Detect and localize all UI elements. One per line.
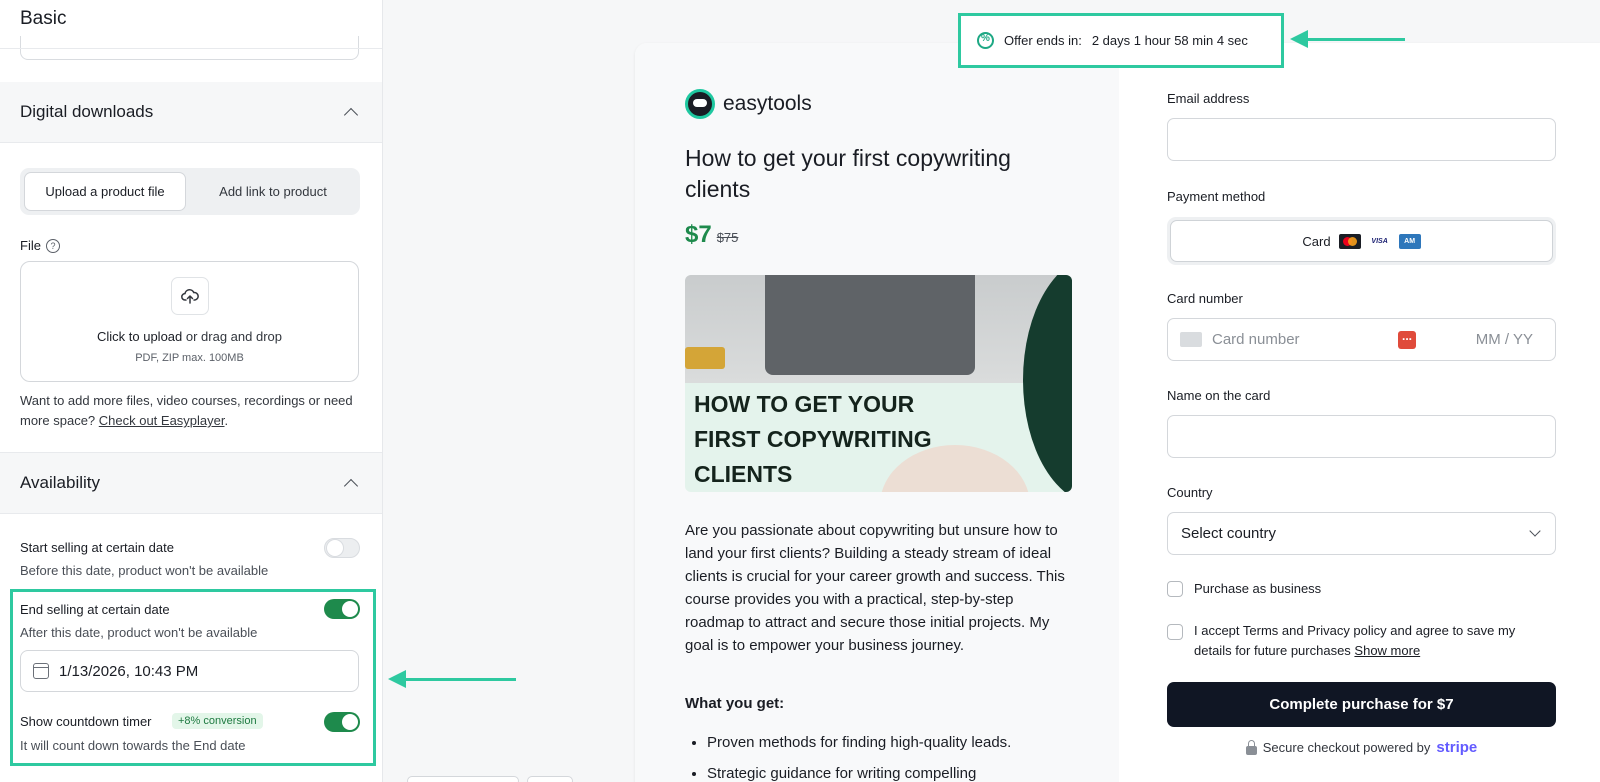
old-price: $75: [716, 230, 739, 245]
secure-checkout-text: Secure checkout powered by: [1262, 740, 1431, 755]
what-you-get-heading: What you get:: [685, 695, 785, 712]
toggle-knob: [327, 540, 343, 556]
amex-icon: AM: [1398, 233, 1421, 249]
name-on-card-field[interactable]: [1167, 415, 1556, 458]
dropzone-formats: PDF, ZIP max. 100MB: [135, 352, 244, 364]
discount-icon: [977, 32, 994, 49]
file-label-text: File: [20, 238, 41, 253]
more-space-note: Want to add more files, video courses, r…: [20, 391, 365, 431]
card-autofill-icon[interactable]: [1398, 329, 1416, 349]
terms-label: I accept Terms and Privacy policy and ag…: [1194, 621, 1554, 661]
benefits-list: Proven methods for finding high-quality …: [707, 727, 1077, 782]
annotation-arrow-line: [406, 678, 516, 681]
divider: [0, 513, 382, 514]
highlight-box-availability: [10, 589, 376, 766]
help-icon[interactable]: ?: [45, 238, 60, 253]
easyplayer-link[interactable]: Check out Easyplayer: [99, 413, 225, 428]
email-label: Email address: [1167, 91, 1250, 106]
card-number-placeholder: Card number: [1212, 331, 1300, 348]
availability-title: Availability: [20, 473, 101, 492]
offer-label: Offer ends in:: [1004, 33, 1082, 48]
file-dropzone[interactable]: Click to upload or drag and drop PDF, ZI…: [20, 261, 359, 382]
upload-file-tab[interactable]: Upload a product file: [24, 172, 186, 211]
visa-icon: VISA: [1368, 233, 1391, 249]
show-more-link[interactable]: Show more: [1354, 643, 1420, 658]
chevron-down-icon: [1529, 525, 1541, 537]
name-on-card-label: Name on the card: [1167, 388, 1271, 403]
cover-laptop: [765, 275, 975, 375]
annotation-arrow-head: [1290, 30, 1308, 48]
start-selling-title: Start selling at certain date: [20, 540, 174, 555]
chevron-up-icon[interactable]: [343, 107, 359, 123]
digital-downloads-header[interactable]: Digital downloads: [0, 82, 382, 142]
payment-method-selector: Card VISA AM: [1167, 217, 1556, 265]
brand-name: easytools: [723, 92, 812, 115]
country-select-value: Select country: [1181, 525, 1277, 542]
price: $7 $75: [685, 221, 738, 249]
card-number-field[interactable]: Card number MM / YY: [1167, 318, 1556, 361]
cover-headline: HOW TO GET YOUR FIRST COPYWRITING CLIENT…: [694, 391, 932, 487]
annotation-arrow-head: [388, 670, 406, 688]
product-cover-image: HOW TO GET YOUR FIRST COPYWRITING CLIENT…: [685, 275, 1072, 492]
purchase-as-business-checkbox[interactable]: [1167, 581, 1183, 597]
chevron-up-icon[interactable]: [343, 478, 359, 494]
add-link-tab[interactable]: Add link to product: [190, 172, 356, 211]
start-selling-subtitle: Before this date, product won't be avail…: [20, 563, 269, 578]
terms-checkbox[interactable]: [1167, 624, 1183, 640]
checkout-preview: easytools How to get your first copywrit…: [635, 43, 1600, 782]
more-space-end: .: [224, 413, 229, 428]
dropzone-instructions: Click to upload or drag and drop: [21, 329, 358, 344]
offer-countdown: 2 days 1 hour 58 min 4 sec: [1091, 33, 1248, 48]
preview-control-stub[interactable]: [407, 776, 519, 782]
list-item: Strategic guidance for writing compellin…: [707, 758, 1077, 782]
purchase-as-business-label: Purchase as business: [1194, 581, 1322, 596]
lock-icon: [1245, 739, 1257, 755]
country-select[interactable]: Select country: [1167, 512, 1556, 555]
email-field[interactable]: [1167, 118, 1556, 161]
drag-drop-text: or drag and drop: [182, 329, 282, 344]
stripe-logo: stripe: [1436, 739, 1478, 756]
country-label: Country: [1167, 485, 1213, 500]
annotation-arrow-line: [1308, 38, 1405, 41]
current-price: $7: [685, 221, 712, 248]
product-title: How to get your first copywriting client…: [685, 145, 1011, 202]
card-number-label: Card number: [1167, 291, 1243, 306]
product-description: Are you passionate about copywriting but…: [685, 522, 1065, 654]
file-label: File ?: [20, 238, 60, 253]
offer-countdown-banner: Offer ends in: 2 days 1 hour 58 min 4 se…: [958, 13, 1284, 68]
upload-mode-switch: Upload a product file Add link to produc…: [20, 168, 360, 215]
list-item: Proven methods for finding high-quality …: [707, 727, 1077, 758]
sloth-logo-icon: [685, 89, 715, 119]
divider: [0, 142, 382, 143]
cover-notepad: [685, 347, 725, 369]
preview-control-stub[interactable]: [527, 776, 573, 782]
section-title-basic: Basic: [20, 8, 67, 29]
click-to-upload-link[interactable]: Click to upload: [97, 329, 182, 344]
complete-purchase-button[interactable]: Complete purchase for $7: [1167, 682, 1556, 727]
upload-cloud-icon: [171, 277, 209, 315]
availability-header[interactable]: Availability: [0, 453, 382, 513]
card-placeholder-icon: [1180, 332, 1202, 347]
payment-option-label: Card: [1302, 233, 1331, 249]
mastercard-icon: [1338, 233, 1361, 249]
payment-method-label: Payment method: [1167, 189, 1266, 204]
brand-logo: easytools: [685, 89, 812, 119]
secure-checkout-note: Secure checkout powered by stripe: [1167, 739, 1556, 756]
payment-option-card[interactable]: Card VISA AM: [1170, 220, 1553, 262]
divider: [0, 48, 382, 49]
start-selling-toggle[interactable]: [324, 538, 360, 558]
settings-panel: Basic Digital downloads Upload a product…: [0, 0, 383, 782]
digital-downloads-title: Digital downloads: [20, 102, 154, 121]
expiry-placeholder[interactable]: MM / YY: [1476, 331, 1533, 348]
product-column: easytools How to get your first copywrit…: [635, 43, 1119, 782]
